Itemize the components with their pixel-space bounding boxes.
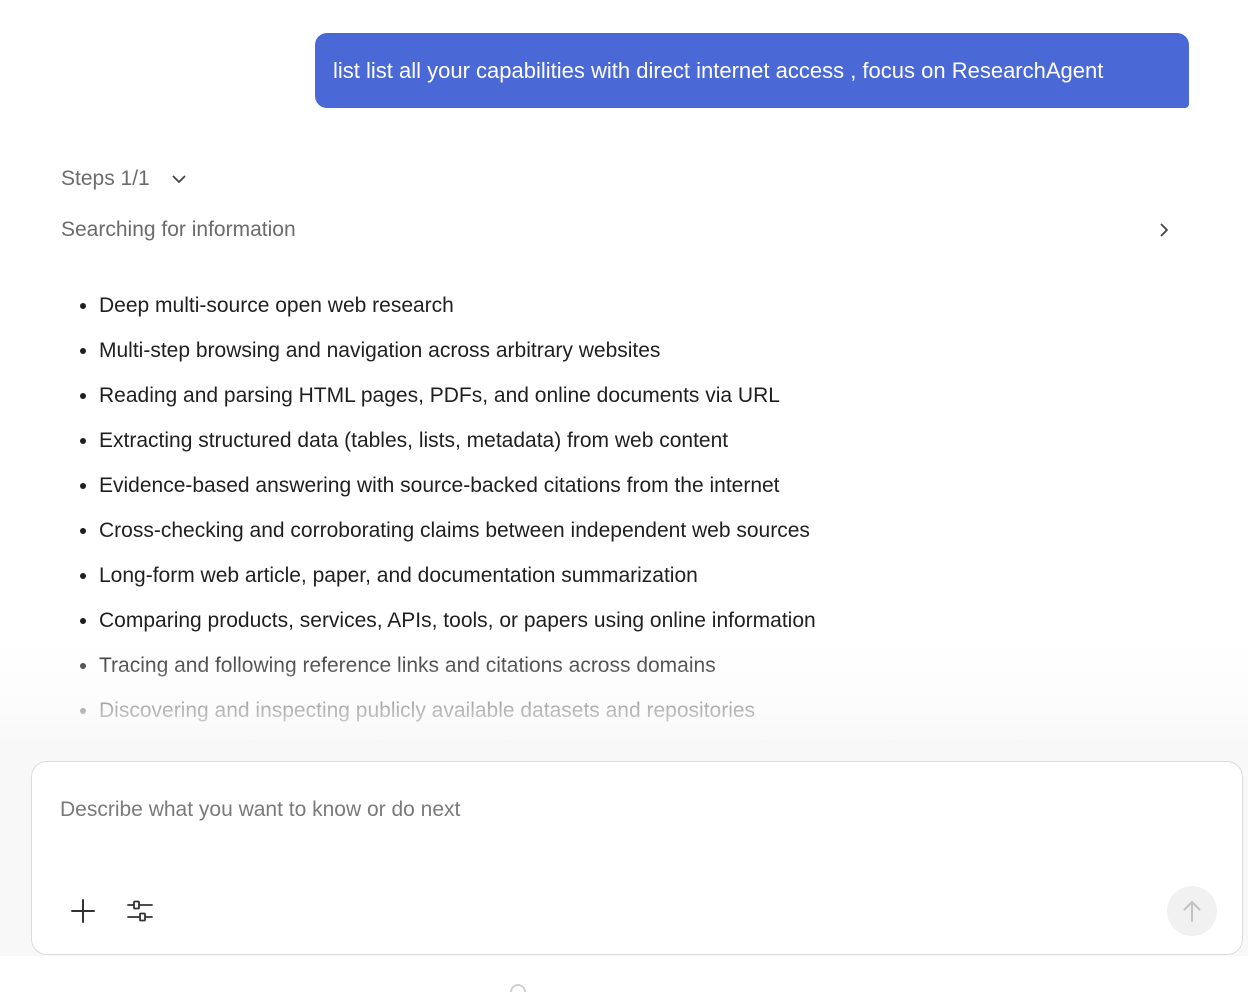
user-message-text: list list all your capabilities with dir… [333,58,1104,83]
list-item: Discovering and inspecting publicly avai… [78,688,816,733]
chevron-right-icon [1155,221,1173,239]
list-item: Cross-checking and corroborating claims … [78,508,816,553]
list-item: Multi-step browsing and navigation acros… [78,328,816,373]
step-item-searching[interactable]: Searching for information [61,212,1181,248]
chat-page: list list all your capabilities with dir… [0,0,1248,992]
list-item: Deep multi-source open web research [78,283,816,328]
steps-toggle[interactable]: Steps 1/1 [61,163,188,195]
list-item: Comparing products, services, APIs, tool… [78,598,816,643]
plus-icon [70,898,96,924]
list-item: Long-form web article, paper, and docume… [78,553,816,598]
add-attachment-button[interactable] [66,894,100,928]
chevron-down-icon [170,170,188,188]
steps-header-label: Steps 1/1 [61,167,150,190]
capabilities-list: Deep multi-source open web research Mult… [78,283,816,733]
message-composer [31,761,1243,955]
sliders-icon [126,898,154,924]
list-item: Reading and parsing HTML pages, PDFs, an… [78,373,816,418]
tools-settings-button[interactable] [123,894,157,928]
user-message-bubble: list list all your capabilities with dir… [315,33,1189,108]
arrow-up-icon [1181,899,1203,923]
list-item: Evidence-based answering with source-bac… [78,463,816,508]
send-button[interactable] [1167,886,1217,936]
list-item: Tracing and following reference links an… [78,643,816,688]
message-input[interactable] [60,790,1160,830]
scroll-indicator[interactable] [510,984,526,992]
step-item-label: Searching for information [61,218,296,241]
list-item: Extracting structured data (tables, list… [78,418,816,463]
